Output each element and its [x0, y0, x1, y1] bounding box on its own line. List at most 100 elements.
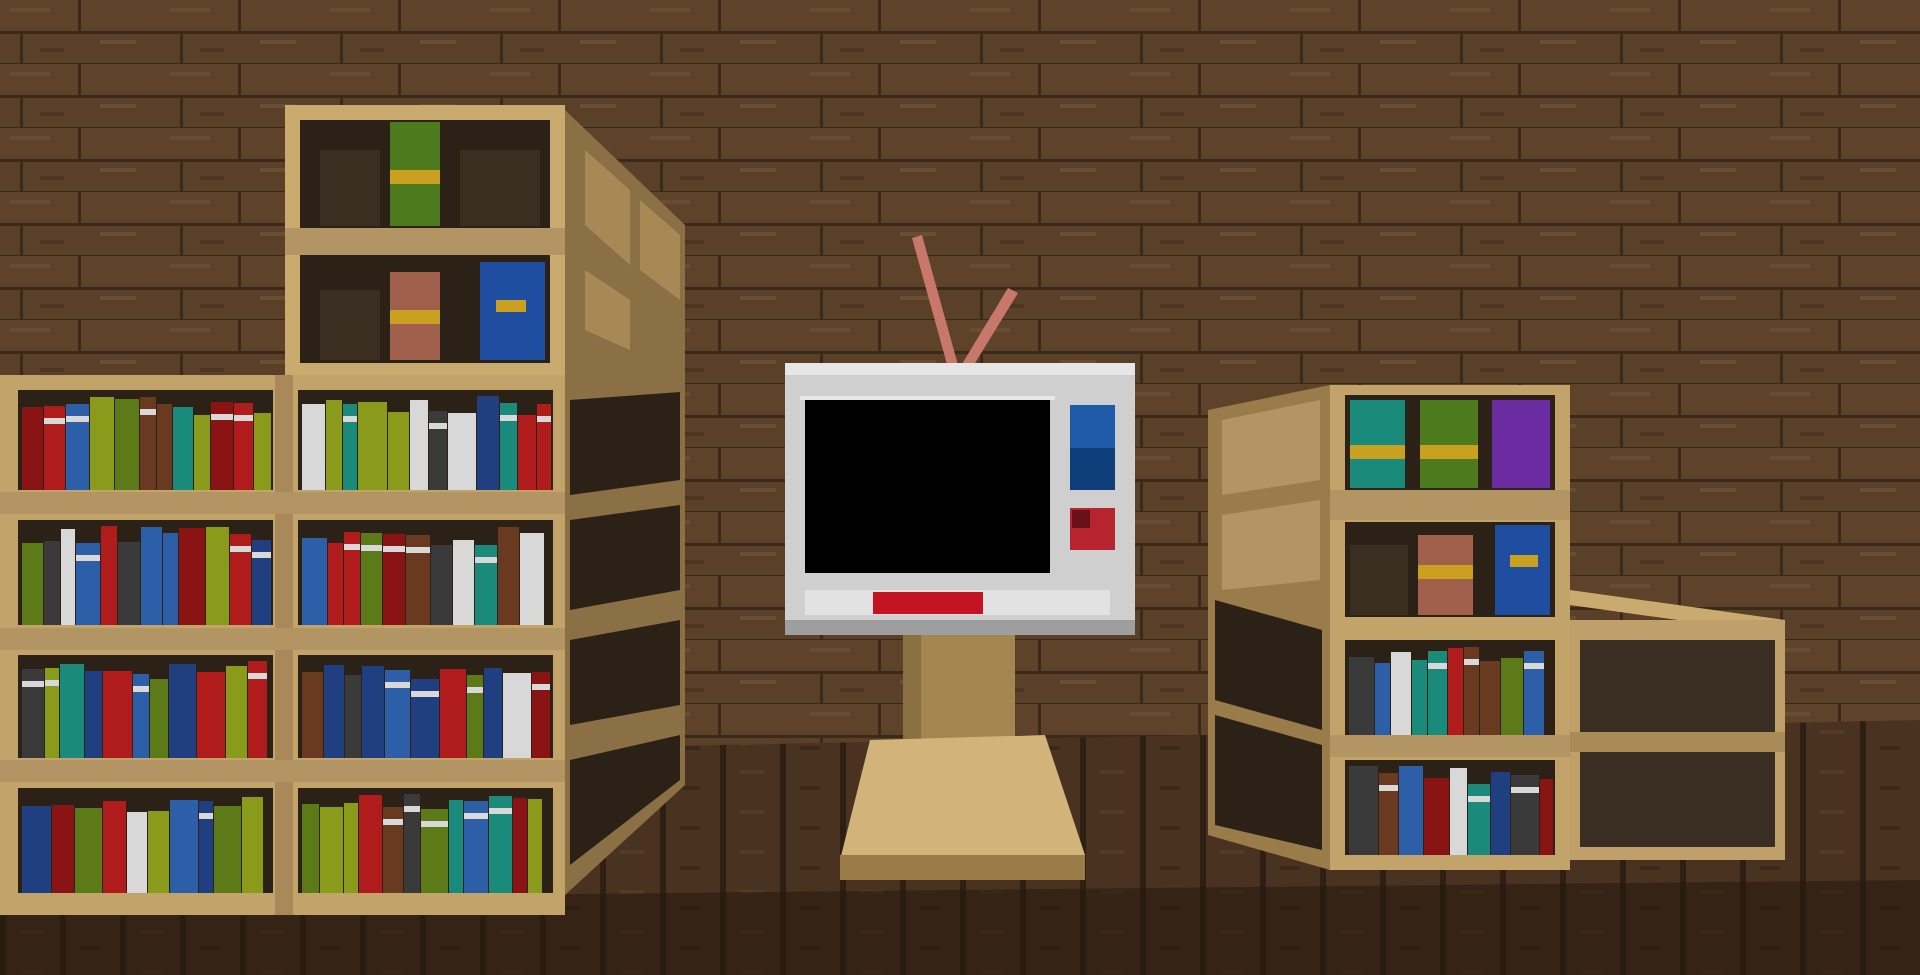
game-scene: [0, 0, 1920, 975]
book-band: [302, 416, 325, 422]
book-band: [489, 808, 512, 814]
book-band: [127, 824, 147, 830]
book-band: [1511, 787, 1539, 793]
tv-stand-base: [840, 735, 1085, 860]
book-band: [500, 415, 517, 421]
book-spine: [1468, 784, 1490, 855]
book-spine: [101, 526, 117, 625]
book-band: [1428, 663, 1447, 669]
book-spine: [1501, 658, 1523, 735]
book-band: [385, 682, 410, 688]
book-spine: [1349, 657, 1374, 735]
book-spine: [448, 413, 476, 490]
book-spine: [1448, 648, 1463, 735]
book-spine: [179, 528, 205, 625]
book-spine: [206, 527, 229, 625]
book-band: [406, 547, 430, 553]
book-spine: [169, 664, 196, 758]
book-band: [464, 813, 488, 819]
book-band: [421, 821, 448, 827]
book-spine: [163, 533, 178, 625]
book-band: [383, 546, 405, 552]
book-spine: [449, 800, 463, 893]
book-spine: [324, 665, 344, 758]
book-band: [76, 555, 100, 561]
book-band: [383, 819, 403, 825]
book-spine: [1375, 663, 1390, 735]
book-band: [1391, 664, 1411, 670]
book-spine: [22, 543, 43, 625]
book-spine: [302, 804, 319, 893]
book-band: [448, 425, 476, 431]
book-spine: [170, 800, 198, 893]
book-band: [45, 680, 59, 686]
book-spine: [22, 806, 51, 893]
book-band: [453, 552, 474, 558]
book-spine: [52, 805, 74, 893]
book-band: [404, 806, 420, 812]
book-band: [429, 423, 447, 429]
book-spine: [518, 415, 536, 490]
book-band: [22, 681, 44, 687]
book-band: [234, 415, 253, 421]
book-spine: [90, 397, 114, 490]
book-band: [252, 552, 271, 558]
book-spine: [115, 399, 139, 490]
book-spine: [484, 668, 502, 758]
book-spine: [1491, 772, 1510, 855]
book-band: [361, 545, 382, 551]
book-spine: [302, 672, 323, 758]
book-band: [411, 691, 439, 697]
book-spine: [194, 415, 210, 490]
book-spine: [148, 811, 169, 893]
book-spine: [431, 545, 452, 625]
book-spine: [362, 666, 384, 758]
tv-screen: [805, 400, 1050, 573]
book-spine: [320, 807, 343, 893]
book-spine: [440, 669, 466, 758]
book-spine: [429, 411, 447, 490]
book-spine: [358, 402, 387, 490]
book-spine: [1450, 768, 1467, 855]
book-spine: [242, 797, 263, 893]
book-spine: [103, 801, 126, 893]
book-spine: [344, 803, 358, 893]
book-spine: [85, 671, 102, 758]
book-band: [343, 416, 357, 422]
book-spine: [411, 679, 439, 758]
book-spine: [75, 808, 102, 893]
book-band: [467, 687, 483, 693]
book-band: [199, 813, 213, 819]
book-spine: [528, 799, 542, 893]
book-band: [344, 544, 360, 550]
book-spine: [173, 407, 193, 490]
book-spine: [150, 679, 168, 758]
book-band: [1524, 663, 1544, 669]
book-band: [61, 541, 75, 547]
book-band: [1464, 659, 1479, 665]
book-spine: [254, 413, 271, 490]
book-spine: [388, 412, 409, 490]
book-spine: [328, 543, 343, 625]
book-band: [1468, 796, 1490, 802]
book-spine: [1424, 778, 1449, 855]
book-spine: [326, 400, 342, 490]
book-band: [66, 416, 89, 422]
book-spine: [141, 527, 162, 625]
book-spine: [103, 671, 132, 758]
book-band: [133, 686, 149, 692]
book-spine: [477, 396, 499, 490]
tv-red-bar: [873, 592, 983, 614]
book-spine: [359, 795, 382, 893]
book-spine: [345, 675, 361, 758]
book-spine: [302, 538, 327, 625]
book-band: [44, 418, 65, 424]
book-spine: [1412, 660, 1427, 735]
book-band: [230, 546, 251, 552]
book-spine: [1349, 766, 1378, 855]
book-band: [248, 673, 267, 679]
book-spine: [22, 407, 43, 490]
book-band: [503, 685, 531, 691]
book-spine: [1540, 779, 1553, 855]
book-spine: [44, 541, 60, 625]
